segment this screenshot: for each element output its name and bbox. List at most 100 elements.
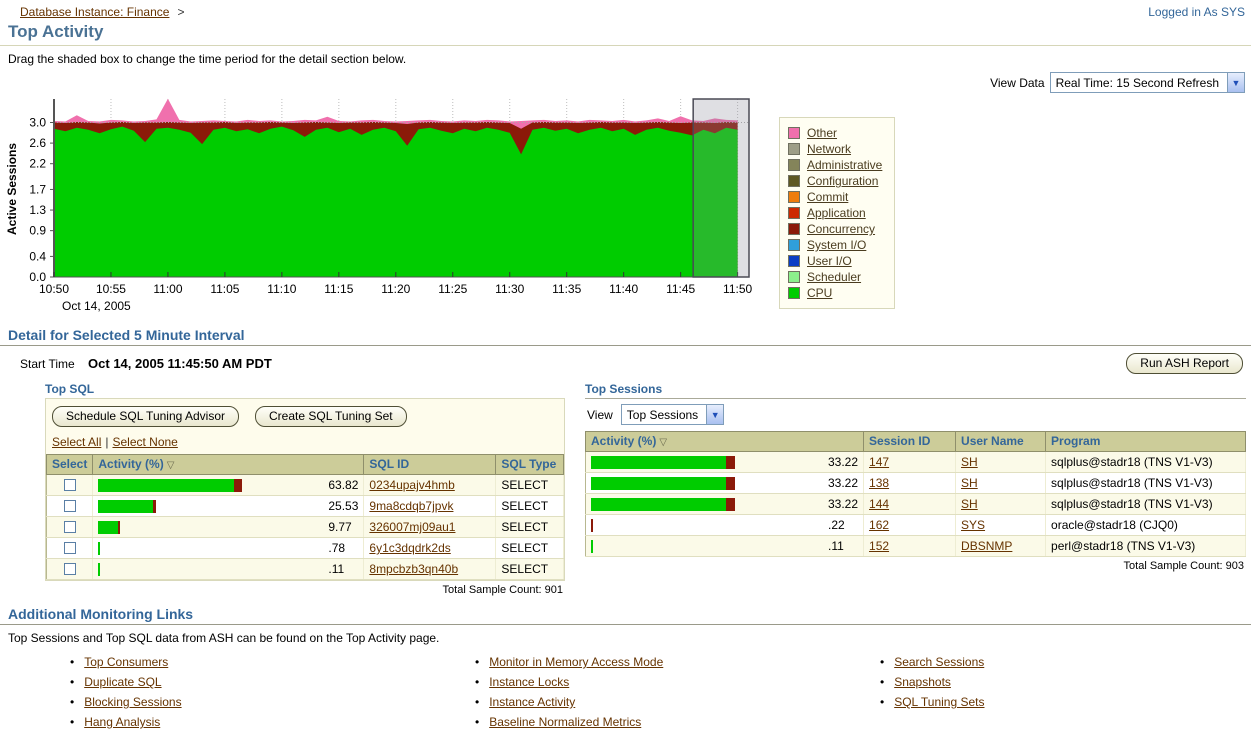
sql-id-link[interactable]: 9ma8cdqb7jpvk <box>369 499 453 513</box>
legend-link[interactable]: Application <box>807 206 866 220</box>
legend-link[interactable]: System I/O <box>807 238 866 252</box>
legend-link[interactable]: Network <box>807 142 851 156</box>
activity-bar-wait-segment <box>117 520 121 534</box>
session-id-link[interactable]: 144 <box>869 497 889 511</box>
detail-section-title: Detail for Selected 5 Minute Interval <box>8 327 245 343</box>
sql-id-link[interactable]: 326007mj09au1 <box>369 520 455 534</box>
activity-bar-track <box>591 497 823 511</box>
column-header-activity[interactable]: Activity (%) ▽ <box>92 454 365 475</box>
sql-id-link[interactable]: 6y1c3dqdrk2ds <box>369 541 450 555</box>
activity-value: 63.82 <box>328 478 359 492</box>
legend-item: Scheduler <box>788 270 882 284</box>
session-id-link[interactable]: 162 <box>869 518 889 532</box>
row-select-checkbox[interactable] <box>63 563 76 575</box>
schedule-sql-tuning-advisor-button[interactable]: Schedule SQL Tuning Advisor <box>52 406 239 427</box>
top-sessions-divider <box>585 398 1246 399</box>
session-id-link[interactable]: 147 <box>869 455 889 469</box>
column-header-activity[interactable]: Activity (%) ▽ <box>584 431 865 452</box>
legend-item: User I/O <box>788 254 882 268</box>
activity-bar-cpu-segment <box>98 499 153 513</box>
select-all-link[interactable]: Select All <box>52 435 101 449</box>
monitoring-link[interactable]: Duplicate SQL <box>84 675 161 689</box>
y-tick-label: 2.2 <box>29 157 46 171</box>
bullet-icon: • <box>70 675 75 689</box>
row-select-checkbox[interactable] <box>63 500 76 512</box>
column-header-select: Select <box>45 454 94 475</box>
monitoring-link[interactable]: Blocking Sessions <box>84 695 181 709</box>
monitoring-link[interactable]: Instance Activity <box>489 695 575 709</box>
chevron-down-icon[interactable]: ▼ <box>706 405 724 424</box>
program-value: sqlplus@stadr18 (TNS V1-V3) <box>1045 451 1246 473</box>
user-name-link[interactable]: DBSNMP <box>961 539 1012 553</box>
user-name-link[interactable]: SH <box>961 455 978 469</box>
monitoring-link-item: • Monitor in Memory Access Mode <box>475 655 880 669</box>
legend-link[interactable]: CPU <box>807 286 832 300</box>
monitoring-link[interactable]: Snapshots <box>894 675 951 689</box>
monitoring-link[interactable]: Search Sessions <box>894 655 984 669</box>
row-select-checkbox[interactable] <box>63 479 76 491</box>
active-sessions-chart[interactable]: 0.00.40.91.31.72.22.63.010:50 10:55 11:00 1… <box>2 95 777 317</box>
legend-color-swatch-icon <box>788 159 800 171</box>
legend-link[interactable]: Other <box>807 126 837 140</box>
breadcrumb-separator: > <box>177 5 185 19</box>
user-name-link[interactable]: SH <box>961 476 978 490</box>
user-name-link[interactable]: SH <box>961 497 978 511</box>
page-title: Top Activity <box>8 22 104 41</box>
column-header-sql-type: SQL Type <box>495 454 564 475</box>
monitoring-link[interactable]: Hang Analysis <box>84 715 160 729</box>
y-tick-label: 2.6 <box>29 136 46 150</box>
legend-color-swatch-icon <box>788 287 800 299</box>
sql-id-link[interactable]: 8mpcbzb3qn40b <box>369 562 458 576</box>
sessions-view-select[interactable]: Top Sessions ▼ <box>620 404 725 425</box>
monitoring-link-item: • SQL Tuning Sets <box>880 695 984 709</box>
monitoring-link-item: • Duplicate SQL <box>70 675 475 689</box>
top-sql-total-sample-count: Total Sample Count: 901 <box>442 584 563 596</box>
view-data-label: View Data <box>990 75 1045 90</box>
legend-item: Administrative <box>788 158 882 172</box>
sessions-view-selected-value: Top Sessions <box>626 407 699 422</box>
row-select-checkbox[interactable] <box>63 542 76 554</box>
row-select-checkbox[interactable] <box>63 521 76 533</box>
user-name-link[interactable]: SYS <box>961 518 985 532</box>
activity-bar-track <box>591 539 823 553</box>
bullet-icon: • <box>880 695 885 709</box>
monitoring-link-item: • Blocking Sessions <box>70 695 475 709</box>
activity-bar: .11 <box>98 562 358 576</box>
bullet-icon: • <box>475 715 480 729</box>
run-ash-report-button[interactable]: Run ASH Report <box>1126 353 1243 374</box>
select-none-link[interactable]: Select None <box>112 435 177 449</box>
session-id-link[interactable]: 138 <box>869 476 889 490</box>
breadcrumb-link-database-instance[interactable]: Database Instance: Finance <box>20 5 169 19</box>
legend-link[interactable]: Concurrency <box>807 222 875 236</box>
x-tick-label: 11:25 <box>438 282 467 296</box>
session-id-link[interactable]: 152 <box>869 539 889 553</box>
chevron-down-icon[interactable]: ▼ <box>1227 73 1244 92</box>
legend-link[interactable]: Administrative <box>807 158 882 172</box>
monitoring-link[interactable]: Monitor in Memory Access Mode <box>489 655 663 669</box>
monitoring-link[interactable]: Baseline Normalized Metrics <box>489 715 641 729</box>
legend-link[interactable]: Configuration <box>807 174 878 188</box>
time-selection-drag-box[interactable] <box>692 98 750 278</box>
monitoring-link-item: • Baseline Normalized Metrics <box>475 715 880 729</box>
legend-link[interactable]: Commit <box>807 190 848 204</box>
monitoring-link[interactable]: Top Consumers <box>84 655 168 669</box>
top-sql-buttons-row: Schedule SQL Tuning Advisor Create SQL T… <box>46 399 564 433</box>
legend-link[interactable]: Scheduler <box>807 270 861 284</box>
create-sql-tuning-set-button[interactable]: Create SQL Tuning Set <box>255 406 407 427</box>
detail-section-divider <box>0 345 1251 346</box>
x-tick-label: 10:50 <box>39 282 69 296</box>
view-data-select[interactable]: Real Time: 15 Second Refresh ▼ <box>1049 72 1245 93</box>
top-sessions-row: 33.22 144 SH sqlplus@stadr18 (TNS V1-V3) <box>585 493 1246 515</box>
activity-bar-wait-segment <box>725 497 735 511</box>
monitoring-link-item: • Instance Locks <box>475 675 880 689</box>
activity-bar-wait-segment <box>152 499 156 513</box>
sort-descending-icon: ▽ <box>166 460 175 471</box>
legend-item: Network <box>788 142 882 156</box>
legend-color-swatch-icon <box>788 255 800 267</box>
top-sql-table: Select Activity (%) ▽ SQL ID SQL Type 63.82 02… <box>45 454 564 580</box>
monitoring-link[interactable]: Instance Locks <box>489 675 569 689</box>
monitoring-link[interactable]: SQL Tuning Sets <box>894 695 984 709</box>
legend-link[interactable]: User I/O <box>807 254 852 268</box>
sql-id-link[interactable]: 0234upajv4hmb <box>369 478 454 492</box>
y-tick-label: 1.3 <box>29 203 46 217</box>
